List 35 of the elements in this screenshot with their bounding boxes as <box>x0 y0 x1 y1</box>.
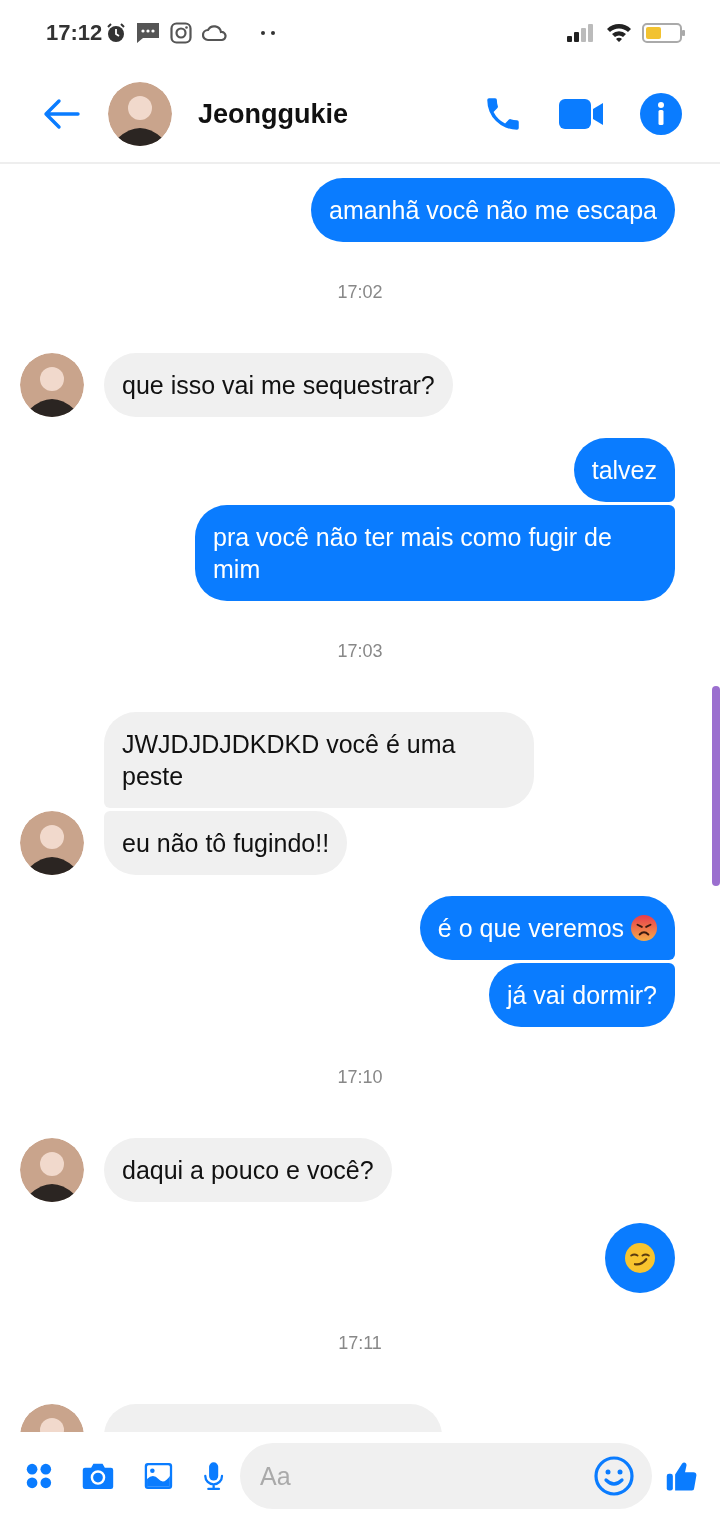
timestamp: 17:10 <box>337 1067 383 1087</box>
timestamp: 17:03 <box>337 641 383 661</box>
message-bubble[interactable]: amanhã você não me escapa <box>311 178 675 242</box>
avatar <box>20 1138 84 1202</box>
message-icon <box>136 22 161 44</box>
cloud-icon <box>202 24 229 42</box>
video-camera-icon[interactable] <box>559 97 605 131</box>
signal-icon <box>566 23 596 43</box>
message-bubble[interactable]: JWJDJDJDKDKD você é uma peste <box>104 712 534 808</box>
info-icon[interactable] <box>640 93 682 135</box>
message-bubble[interactable]: que isso vai me sequestrar? <box>104 353 453 417</box>
message-input[interactable]: Aa <box>240 1443 653 1509</box>
message-bubble[interactable]: já vai dormir? <box>488 963 675 1027</box>
message-text: é o que veremos <box>437 913 625 944</box>
message-bubble[interactable]: eu não tô fugindo!! <box>104 811 348 875</box>
wifi-icon <box>606 23 632 43</box>
alarm-icon <box>106 23 127 43</box>
timestamp: 17:02 <box>337 282 383 302</box>
avatar <box>20 353 84 417</box>
smirking-face-icon <box>625 1243 655 1273</box>
battery-icon <box>642 22 686 44</box>
avatar <box>108 82 172 146</box>
clock-time: 17:12 <box>46 20 103 46</box>
message-bubble[interactable]: pra você não ter mais como fugir de mim <box>195 505 675 601</box>
smiley-icon[interactable] <box>594 1456 635 1496</box>
back-arrow-icon[interactable] <box>42 98 80 130</box>
camera-outline-icon <box>170 22 193 44</box>
avatar <box>20 811 84 875</box>
contact-name: Jeonggukie <box>198 98 349 130</box>
angry-face-icon <box>631 915 657 941</box>
scrollbar[interactable] <box>712 686 720 886</box>
message-bubble[interactable]: daqui a pouco e você? <box>104 1138 392 1202</box>
message-bubble[interactable]: talvez <box>573 438 675 502</box>
dots-icon <box>260 30 277 36</box>
timestamp: 17:11 <box>338 1333 382 1353</box>
